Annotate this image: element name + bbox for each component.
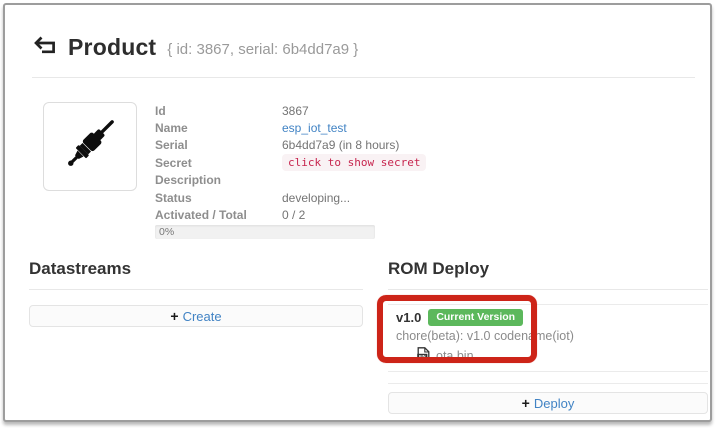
rom-file-row: BIN ota.bin <box>417 347 700 365</box>
page-title: Product <box>68 34 156 61</box>
field-label: Serial <box>155 138 282 152</box>
rom-description: chore(beta): v1.0 codename(iot) <box>396 329 700 343</box>
datastreams-heading: Datastreams <box>29 259 131 279</box>
rom-list-empty-row <box>388 372 708 384</box>
header-divider <box>32 77 695 78</box>
detail-row-secret: Secret click to show secret <box>155 154 555 171</box>
detail-row-description: Description <box>155 172 555 189</box>
product-image <box>43 102 137 191</box>
field-label: Description <box>155 173 282 187</box>
detail-row-serial: Serial 6b4dd7a9 (in 8 hours) <box>155 137 555 154</box>
detail-row-status: Status developing... <box>155 189 555 206</box>
svg-text:BIN: BIN <box>419 355 426 359</box>
field-label: Id <box>155 104 282 118</box>
current-version-badge: Current Version <box>428 309 523 326</box>
page-subtitle: { id: 3867, serial: 6b4dd7a9 } <box>167 38 358 58</box>
deploy-rom-button[interactable]: + Deploy <box>388 392 708 414</box>
rom-version-label: v1.0 <box>396 310 421 325</box>
product-status-value: developing... <box>282 191 350 205</box>
create-button-label: Create <box>183 309 222 324</box>
product-details: Id 3867 Name esp_iot_test Serial 6b4dd7a… <box>155 102 555 239</box>
show-secret-button[interactable]: click to show secret <box>282 154 426 171</box>
bin-file-icon: BIN <box>417 347 430 365</box>
back-arrow-icon <box>33 35 57 61</box>
progress-percent-label: 0% <box>159 226 174 238</box>
window-frame: Product { id: 3867, serial: 6b4dd7a9 } <box>3 3 712 422</box>
plus-icon: + <box>170 308 178 324</box>
field-label: Status <box>155 191 282 205</box>
datastreams-divider <box>29 289 363 290</box>
activation-progress-bar: 0% <box>155 225 375 239</box>
product-serial-value: 6b4dd7a9 (in 8 hours) <box>282 138 399 152</box>
activated-total-value: 0 / 2 <box>282 208 305 222</box>
product-id-value: 3867 <box>282 104 309 118</box>
detail-row-name: Name esp_iot_test <box>155 119 555 136</box>
rom-version-item[interactable]: v1.0 Current Version chore(beta): v1.0 c… <box>388 305 708 372</box>
field-label: Secret <box>155 156 282 170</box>
rom-divider <box>388 289 708 290</box>
page-header: Product { id: 3867, serial: 6b4dd7a9 } <box>33 34 358 61</box>
rom-file-name[interactable]: ota.bin <box>436 349 474 363</box>
detail-row-id: Id 3867 <box>155 102 555 119</box>
plus-icon: + <box>522 395 530 411</box>
back-button[interactable] <box>33 35 57 61</box>
product-name-link[interactable]: esp_iot_test <box>282 121 347 135</box>
rom-item-head: v1.0 Current Version <box>396 309 700 326</box>
screenshot-root: Product { id: 3867, serial: 6b4dd7a9 } <box>0 0 716 428</box>
field-label: Name <box>155 121 282 135</box>
plug-connector-icon <box>54 108 126 185</box>
deploy-button-label: Deploy <box>534 396 574 411</box>
rom-version-list: v1.0 Current Version chore(beta): v1.0 c… <box>388 304 708 384</box>
field-label: Activated / Total <box>155 208 282 222</box>
create-datastream-button[interactable]: + Create <box>29 305 363 327</box>
detail-row-activated: Activated / Total 0 / 2 <box>155 206 555 223</box>
rom-deploy-heading: ROM Deploy <box>388 259 489 279</box>
